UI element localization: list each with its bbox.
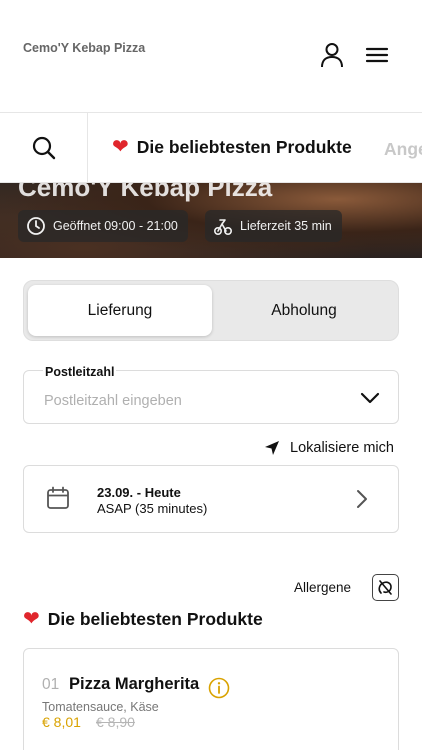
product-price: € 8,01: [42, 714, 81, 730]
postcode-label: Postleitzahl: [43, 365, 117, 379]
info-icon[interactable]: [208, 677, 230, 699]
brand-name[interactable]: Cemo'Y Kebap Pizza: [23, 40, 163, 56]
allergens-label: Allergene: [294, 580, 352, 595]
selected-time: ASAP (35 minutes): [97, 501, 208, 516]
opening-hours-text: Geöffnet 09:00 - 21:00: [53, 219, 178, 233]
category-tab-next[interactable]: Ange: [384, 139, 422, 160]
heart-icon: ❤: [112, 136, 129, 158]
opening-hours-badge: Geöffnet 09:00 - 21:00: [18, 210, 188, 242]
locate-me-label: Lokalisiere mich: [290, 440, 394, 456]
section-title: Die beliebtesten Produkte: [47, 608, 263, 629]
category-bar: ❤ Die beliebtesten Produkte Ange: [0, 112, 422, 183]
locate-me-button[interactable]: Lokalisiere mich: [264, 440, 394, 456]
allergen-filter-icon: [378, 580, 392, 595]
category-tab-label: Die beliebtesten Produkte: [136, 136, 352, 157]
app-header: Cemo'Y Kebap Pizza: [0, 0, 422, 112]
delivery-time-badge: Lieferzeit 35 min: [205, 210, 342, 242]
product-number: 01: [42, 676, 60, 693]
delivery-time-text: Lieferzeit 35 min: [240, 219, 332, 233]
user-icon: [321, 43, 343, 68]
pickup-option[interactable]: Abholung: [212, 285, 396, 336]
search-icon: [32, 136, 55, 160]
product-description: Tomatensauce, Käse: [42, 700, 159, 714]
menu-button[interactable]: [362, 40, 392, 70]
clock-icon: [27, 217, 45, 235]
postcode-input[interactable]: [44, 389, 344, 413]
bike-delivery-icon: [213, 219, 233, 236]
product-old-price: € 8,90: [96, 714, 135, 730]
section-heading-popular: ❤ Die beliebtesten Produkte: [23, 608, 263, 630]
delivery-time-selector[interactable]: 23.09. - Heute ASAP (35 minutes): [23, 465, 399, 533]
chevron-down-icon[interactable]: [360, 391, 380, 405]
product-card[interactable]: 01 Pizza Margherita Tomatensauce, Käse €…: [23, 648, 399, 750]
delivery-option[interactable]: Lieferung: [28, 285, 212, 336]
order-mode-toggle: Lieferung Abholung: [23, 280, 399, 341]
search-button[interactable]: [0, 113, 88, 182]
location-arrow-icon: [265, 441, 279, 455]
heart-icon: ❤: [23, 608, 40, 630]
account-button[interactable]: [317, 40, 347, 70]
calendar-icon: [47, 486, 69, 509]
product-name: Pizza Margherita: [69, 675, 200, 693]
allergens-button[interactable]: [372, 574, 399, 601]
category-tab-popular[interactable]: ❤ Die beliebtesten Produkte: [112, 136, 352, 158]
hamburger-menu-icon: [365, 47, 389, 63]
chevron-right-icon: [357, 490, 367, 508]
selected-date: 23.09. - Heute: [97, 485, 181, 500]
